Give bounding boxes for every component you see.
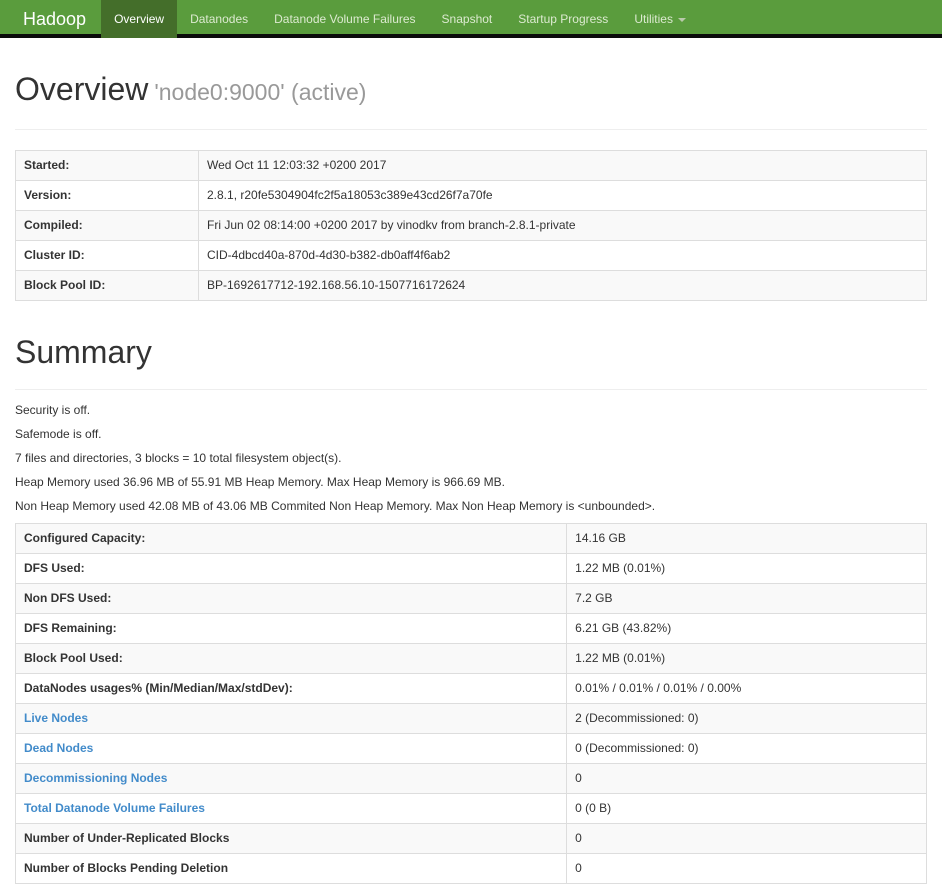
overview-table: Started: Wed Oct 11 12:03:32 +0200 2017 Ve… bbox=[15, 150, 927, 301]
nav-link-snapshot[interactable]: Snapshot bbox=[429, 0, 506, 38]
navbar: Hadoop Overview Datanodes Datanode Volume … bbox=[0, 0, 942, 38]
table-row-decommissioning-nodes: Decommissioning Nodes 0 bbox=[14, 763, 927, 794]
table-row-version: Version: 2.8.1, r20fe5304904fc2f5a18053c3… bbox=[15, 180, 927, 211]
row-value: 1.22 MB (0.01%) bbox=[566, 643, 927, 674]
row-value: 1.22 MB (0.01%) bbox=[566, 553, 927, 584]
summary-paragraph-2: Safemode is off. bbox=[15, 427, 102, 441]
row-label: Compiled: bbox=[15, 210, 199, 241]
table-row-total-datanode-volume-failures: Total Datanode Volume Failures 0 (0 B) bbox=[14, 793, 927, 824]
row-value: 0 (0 B) bbox=[566, 793, 927, 824]
nav-link-overview[interactable]: Overview bbox=[101, 0, 178, 38]
live-nodes-link[interactable]: Live Nodes bbox=[24, 711, 88, 725]
summary-paragraph-1: Security is off. bbox=[15, 403, 91, 417]
row-label: Started: bbox=[15, 150, 199, 181]
navbar-menu: Overview Datanodes Datanode Volume Failure… bbox=[101, 0, 699, 38]
row-label: DFS Remaining: bbox=[14, 613, 568, 644]
row-value: 14.16 GB bbox=[566, 523, 927, 554]
row-value: Fri Jun 02 08:14:00 +0200 2017 by vinodk… bbox=[198, 210, 927, 241]
nav-link-datanodes[interactable]: Datanodes bbox=[177, 0, 261, 38]
nav-item-overview[interactable]: Overview bbox=[101, 0, 178, 38]
nav-link-startup-progress[interactable]: Startup Progress bbox=[505, 0, 621, 38]
table-row-dfs-remaining: DFS Remaining: 6.21 GB (43.82%) bbox=[14, 613, 927, 644]
row-label: Decommissioning Nodes bbox=[14, 763, 568, 794]
row-value: 0 bbox=[566, 763, 927, 794]
row-label: Block Pool ID: bbox=[15, 270, 199, 301]
table-row-compiled: Compiled: Fri Jun 02 08:14:00 +0200 2017 … bbox=[15, 210, 927, 241]
nav-item-datanode-volume-failures[interactable]: Datanode Volume Failures bbox=[261, 0, 428, 34]
row-label: DFS Used: bbox=[14, 553, 568, 584]
table-row-datanodes-usages-min-median-max-stddev: DataNodes usages% (Min/Median/Max/stdDev… bbox=[14, 673, 927, 704]
dead-nodes-link[interactable]: Dead Nodes bbox=[24, 741, 93, 755]
row-label: Dead Nodes bbox=[14, 733, 568, 764]
main-content: Overview'node0:9000' (active) Started: We… bbox=[0, 70, 942, 884]
row-label: Configured Capacity: bbox=[14, 523, 568, 554]
summary-table: Configured Capacity: 14.16 GB DFS Used: 1.2… bbox=[14, 523, 927, 884]
table-row-dead-nodes: Dead Nodes 0 (Decommissioned: 0) bbox=[14, 733, 927, 764]
table-row-block-pool-id: Block Pool ID: BP-1692617712-192.168.56.1… bbox=[15, 270, 927, 301]
row-value: 0 bbox=[566, 823, 927, 854]
row-label: Version: bbox=[15, 180, 199, 211]
row-label: Block Pool Used: bbox=[14, 643, 568, 674]
summary-paragraph-5: Non Heap Memory used 42.08 MB of 43.06 M… bbox=[15, 499, 656, 513]
table-row-configured-capacity: Configured Capacity: 14.16 GB bbox=[14, 523, 927, 554]
row-value: Wed Oct 11 12:03:32 +0200 2017 bbox=[198, 150, 927, 181]
nav-item-datanodes[interactable]: Datanodes bbox=[177, 0, 261, 34]
row-value: 7.2 GB bbox=[566, 583, 927, 614]
summary-heading: Summary bbox=[15, 334, 152, 370]
row-label: Total Datanode Volume Failures bbox=[14, 793, 568, 824]
summary-paragraph-4: Heap Memory used 36.96 MB of 55.91 MB He… bbox=[15, 475, 505, 489]
decommissioning-nodes-link[interactable]: Decommissioning Nodes bbox=[24, 771, 167, 785]
table-row-cluster-id: Cluster ID: CID-4dbcd40a-870d-4d30-b382-d… bbox=[15, 240, 927, 271]
nav-item-utilities[interactable]: Utilities bbox=[621, 0, 699, 34]
table-row-number-of-blocks-pending-deletion: Number of Blocks Pending Deletion 0 bbox=[14, 853, 927, 884]
row-label: Non DFS Used: bbox=[14, 583, 568, 614]
table-row-live-nodes: Live Nodes 2 (Decommissioned: 0) bbox=[14, 703, 927, 734]
row-value: 0.01% / 0.01% / 0.01% / 0.00% bbox=[566, 673, 927, 704]
row-label: Live Nodes bbox=[14, 703, 568, 734]
table-row-dfs-used: DFS Used: 1.22 MB (0.01%) bbox=[14, 553, 927, 584]
row-label: Number of Under-Replicated Blocks bbox=[14, 823, 568, 854]
row-value: 6.21 GB (43.82%) bbox=[566, 613, 927, 644]
row-label: DataNodes usages% (Min/Median/Max/stdDev… bbox=[14, 673, 568, 704]
page-title-text: Overview bbox=[15, 71, 149, 107]
summary-paragraphs: Security is off. Safemode is off. 7 files … bbox=[15, 403, 927, 513]
row-value: 2 (Decommissioned: 0) bbox=[566, 703, 927, 734]
row-value: 0 (Decommissioned: 0) bbox=[566, 733, 927, 764]
navbar-brand[interactable]: Hadoop bbox=[8, 0, 101, 34]
table-row-started: Started: Wed Oct 11 12:03:32 +0200 2017 bbox=[15, 150, 927, 181]
table-row-non-dfs-used: Non DFS Used: 7.2 GB bbox=[14, 583, 927, 614]
summary-paragraph-3: 7 files and directories, 3 blocks = 10 t… bbox=[15, 451, 342, 465]
table-row-block-pool-used: Block Pool Used: 1.22 MB (0.01%) bbox=[14, 643, 927, 674]
total-datanode-volume-failures-link[interactable]: Total Datanode Volume Failures bbox=[24, 801, 205, 815]
row-value: CID-4dbcd40a-870d-4d30-b382-db0aff4f6ab2 bbox=[198, 240, 927, 271]
nav-item-snapshot[interactable]: Snapshot bbox=[429, 0, 506, 34]
divider bbox=[15, 389, 927, 390]
page-subtitle: 'node0:9000' (active) bbox=[154, 79, 367, 105]
divider bbox=[15, 129, 927, 130]
row-label: Cluster ID: bbox=[15, 240, 199, 271]
nav-item-startup-progress[interactable]: Startup Progress bbox=[505, 0, 621, 34]
row-value: BP-1692617712-192.168.56.10-150771617262… bbox=[198, 270, 927, 301]
page-title: Overview'node0:9000' (active) bbox=[15, 70, 927, 111]
table-row-number-of-under-replicated-blocks: Number of Under-Replicated Blocks 0 bbox=[14, 823, 927, 854]
caret-down-icon bbox=[677, 17, 686, 22]
nav-link-datanode-volume-failures[interactable]: Datanode Volume Failures bbox=[261, 0, 428, 38]
row-value: 2.8.1, r20fe5304904fc2f5a18053c389e43cd2… bbox=[198, 180, 927, 211]
nav-link-utilities[interactable]: Utilities bbox=[621, 0, 699, 38]
row-label: Number of Blocks Pending Deletion bbox=[14, 853, 568, 884]
row-value: 0 bbox=[566, 853, 927, 884]
